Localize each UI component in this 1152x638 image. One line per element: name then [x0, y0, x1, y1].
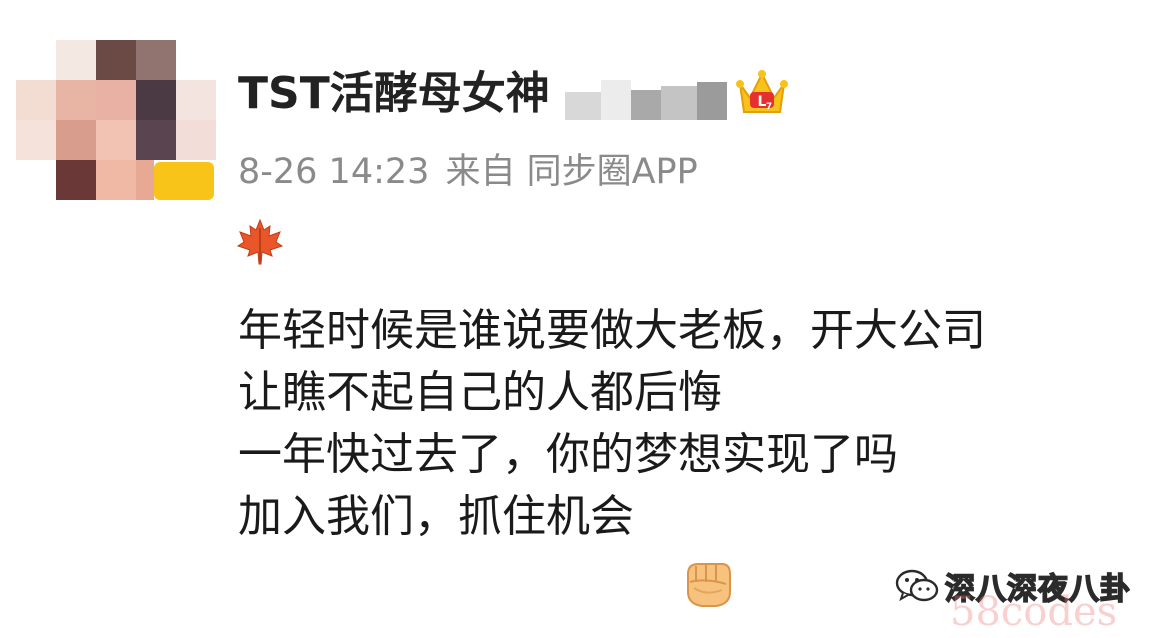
content-line: 一年快过去了，你的梦想实现了吗 — [238, 429, 898, 480]
name-mosaic — [565, 76, 731, 120]
post-content: 年轻时候是谁说要做大老板，开大公司 让瞧不起自己的人都后悔 一年快过去了，你的梦… — [238, 300, 986, 548]
post-source[interactable]: 来自 同步圈APP — [445, 152, 697, 192]
content-line: 让瞧不起自己的人都后悔 — [238, 367, 722, 418]
crown-badge-icon: L 7 — [736, 70, 788, 113]
fist-icon — [678, 554, 738, 614]
svg-text:7: 7 — [766, 102, 772, 112]
post-timestamp: 8-26 14:23 — [238, 152, 430, 192]
avatar[interactable] — [16, 40, 216, 204]
maple-leaf-icon — [236, 218, 284, 265]
username[interactable]: TST活酵母女神 — [238, 66, 550, 122]
content-line: 加入我们，抓住机会 — [238, 491, 634, 542]
wechat-channel-icon — [895, 569, 939, 602]
site-watermark: 58codes — [950, 589, 1118, 635]
content-line: 年轻时候是谁说要做大老板，开大公司 — [238, 305, 986, 356]
post-meta: 8-26 14:23 来自 同步圈APP — [238, 148, 714, 196]
verified-badge — [154, 162, 214, 200]
